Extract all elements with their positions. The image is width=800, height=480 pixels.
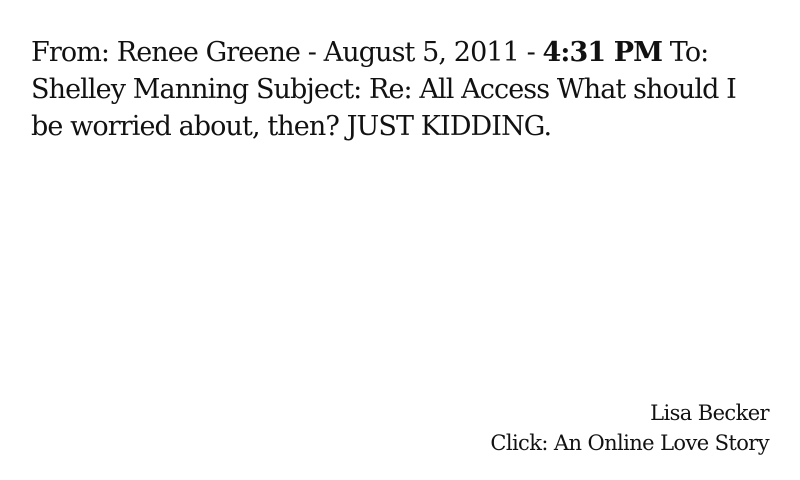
author-name: Lisa Becker — [650, 401, 769, 425]
quote-text: From: Renee Greene - August 5, 2011 - 4:… — [31, 34, 771, 145]
attribution: Lisa Becker Click: An Online Love Story — [490, 398, 769, 458]
quote-text-before-time: From: Renee Greene - August 5, 2011 - — [31, 37, 543, 68]
book-title: Click: An Online Love Story — [490, 431, 769, 455]
quote-time: 4:31 PM — [542, 37, 664, 68]
